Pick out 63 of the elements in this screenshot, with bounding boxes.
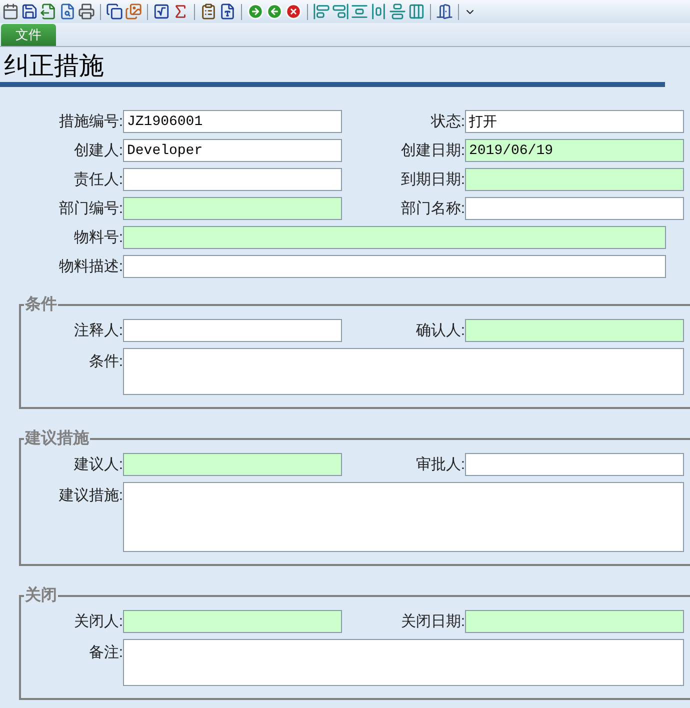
field-label: 确认人: [414, 321, 465, 341]
input-field[interactable]: Developer [123, 139, 342, 162]
input-field[interactable] [123, 453, 342, 476]
align-left-icon[interactable] [313, 3, 330, 20]
calendar-icon[interactable] [2, 3, 19, 20]
section-title: 关闭 [24, 585, 58, 606]
form-title: 纠正措施 [3, 51, 105, 82]
document-icon[interactable] [219, 3, 236, 20]
formula-icon[interactable] [153, 3, 170, 20]
field-label: 部门编号: [58, 199, 123, 219]
input-field[interactable] [123, 168, 342, 191]
field-label: 状态: [430, 112, 465, 132]
text-area[interactable] [123, 482, 684, 552]
field-label: 注释人: [72, 321, 123, 341]
input-field[interactable]: 2019/06/19 [465, 139, 684, 162]
field-label: 建议措施: [58, 486, 123, 506]
input-field[interactable] [123, 226, 666, 249]
columns-icon[interactable] [408, 3, 425, 20]
back-icon[interactable] [266, 3, 283, 20]
section-title: 条件 [24, 294, 58, 315]
input-field[interactable] [465, 453, 684, 476]
field-label: 备注: [88, 643, 123, 663]
text-area[interactable] [123, 639, 684, 686]
input-field[interactable] [123, 255, 666, 278]
windows-icon[interactable] [106, 3, 123, 20]
field-label: 条件: [88, 352, 123, 372]
field-label: 关闭日期: [400, 612, 465, 632]
align-bottom-icon[interactable] [370, 3, 387, 20]
preview-icon[interactable] [59, 3, 76, 20]
text-area[interactable] [123, 348, 684, 395]
field-label: 措施编号: [58, 112, 123, 132]
align-top-icon[interactable] [351, 3, 368, 20]
input-field[interactable] [465, 168, 684, 191]
input-field[interactable] [465, 197, 684, 220]
field-label: 部门名称: [400, 199, 465, 219]
field-label: 到期日期: [400, 170, 465, 190]
field-label: 审批人: [414, 455, 465, 475]
image-icon[interactable] [125, 3, 142, 20]
field-label: 关闭人: [72, 612, 123, 632]
menu-tab[interactable]: 文件 [1, 24, 56, 46]
field-label: 建议人: [72, 455, 123, 475]
input-field[interactable] [123, 197, 342, 220]
field-label: 物料描述: [58, 257, 123, 277]
input-field[interactable] [465, 319, 684, 342]
field-label: 责任人: [72, 170, 123, 190]
exit-icon[interactable] [436, 3, 453, 20]
distribute-icon[interactable] [389, 3, 406, 20]
input-field[interactable]: 打开 [465, 110, 684, 133]
save-icon[interactable] [21, 3, 38, 20]
export-icon[interactable] [40, 3, 57, 20]
input-field[interactable] [123, 610, 342, 633]
input-field[interactable] [465, 610, 684, 633]
input-field[interactable]: JZ1906001 [123, 110, 342, 133]
clipboard-icon[interactable] [200, 3, 217, 20]
close-icon[interactable] [285, 3, 302, 20]
section-title: 建议措施 [24, 428, 90, 449]
align-right-icon[interactable] [332, 3, 349, 20]
field-label: 创建日期: [400, 141, 465, 161]
print-icon[interactable] [78, 3, 95, 20]
forward-icon[interactable] [247, 3, 264, 20]
field-label: 创建人: [72, 141, 123, 161]
input-field[interactable] [123, 319, 342, 342]
field-label: 物料号: [72, 228, 123, 248]
